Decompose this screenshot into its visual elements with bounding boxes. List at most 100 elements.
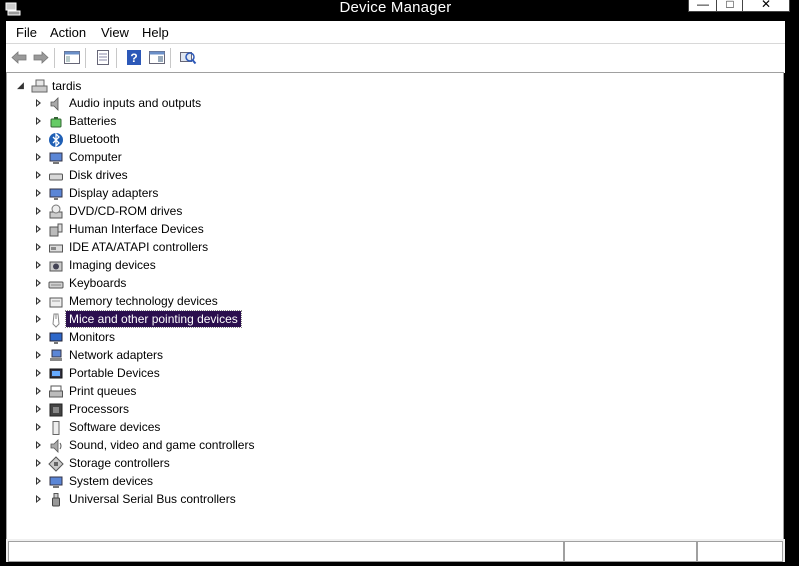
toolbar-separator [54,48,55,68]
menu-file[interactable]: File [16,25,37,40]
status-bar [6,539,785,562]
ide-controller-icon [49,244,63,253]
storage-controller-icon [48,456,64,472]
expand-arrow-icon[interactable] [36,459,41,467]
expand-arrow-icon[interactable] [36,153,41,161]
device-category-label: Keyboards [69,276,127,290]
device-category-label: Computer [69,150,122,164]
battery-icon [50,117,62,128]
device-tree[interactable]: ◢ tardis Audio inputs and outputs Batteri… [6,72,784,540]
device-category-label: Network adapters [69,348,164,362]
menu-bar: File Action View Help [6,21,785,43]
root-label: tardis [52,79,82,93]
expand-arrow-icon[interactable] [36,135,41,143]
system-device-icon [49,476,63,488]
expand-arrow-icon[interactable] [36,441,41,449]
window-title: Device Manager [339,0,452,16]
device-category-label: Human Interface Devices [69,222,204,236]
expand-arrow-icon[interactable] [36,387,41,395]
computer-icon [49,152,63,164]
toolbar-separator [170,48,171,68]
status-pane-2 [564,541,697,562]
title-bar[interactable]: Device Manager — □ ✕ [0,0,791,20]
expand-arrow-icon[interactable] [36,477,41,485]
status-pane-main [8,541,564,562]
toolbar-separator [85,48,86,68]
expand-arrow-icon[interactable] [36,423,41,431]
memory-device-icon [49,297,63,308]
maximize-button[interactable]: □ [716,0,744,12]
monitor-icon [49,332,63,344]
expand-arrow-icon[interactable] [36,351,41,359]
expand-arrow-icon[interactable] [36,369,41,377]
keyboard-icon [48,281,64,289]
sound-icon [50,439,62,453]
expand-arrow-icon[interactable] [36,189,41,197]
expand-arrow-icon[interactable] [36,405,41,413]
expand-arrow-icon[interactable] [36,207,41,215]
expand-arrow-icon[interactable] [36,315,41,323]
forward-icon[interactable] [32,49,50,66]
device-category-label: Display adapters [69,186,159,200]
processor-icon [49,403,63,417]
show-hide-console-tree-icon[interactable] [63,49,81,66]
device-category-label: Disk drives [69,168,128,182]
disk-drive-icon [49,173,63,181]
menu-action[interactable]: Action [50,25,86,40]
menu-view[interactable]: View [101,25,129,40]
expand-arrow-icon[interactable] [36,279,41,287]
display-adapter-icon [49,188,63,200]
minimize-button[interactable]: — [688,0,718,12]
device-category-label: Universal Serial Bus controllers [69,492,236,506]
device-category-label: DVD/CD-ROM drives [69,204,183,218]
toolbar-separator [116,48,117,68]
device-category-label: Print queues [69,384,137,398]
device-category-label: Mice and other pointing devices [65,310,242,328]
human-interface-icon [49,223,63,237]
network-adapter-icon [50,349,62,361]
portable-device-icon [49,368,63,379]
expand-arrow-icon[interactable] [36,99,41,107]
device-category-label: Batteries [69,114,117,128]
device-category-label: Audio inputs and outputs [69,96,202,110]
printer-icon [49,385,63,398]
device-category-label: Sound, video and game controllers [69,438,255,452]
device-category-label: Software devices [69,420,161,434]
menu-help[interactable]: Help [142,25,169,40]
expand-arrow-icon[interactable] [36,117,41,125]
device-category-label: Bluetooth [69,132,120,146]
close-button[interactable]: ✕ [742,0,790,12]
device-category-label: Processors [69,402,130,416]
expand-arrow-icon[interactable] [36,225,41,233]
device-category-label: Memory technology devices [69,294,218,308]
properties-icon[interactable] [94,49,112,66]
device-category-label: IDE ATA/ATAPI controllers [69,240,209,254]
imaging-device-icon [49,261,63,272]
expand-arrow-icon[interactable] [36,261,41,269]
usb-icon [52,493,60,507]
action-pane-icon[interactable] [148,49,166,66]
expand-arrow-icon[interactable] [36,495,41,503]
toolbar: ? [6,43,785,73]
device-category-label: Storage controllers [69,456,170,470]
back-icon[interactable] [10,49,28,66]
device-category-label: Monitors [69,330,116,344]
scan-hardware-icon[interactable] [179,49,197,66]
device-category-label: Imaging devices [69,258,156,272]
svg-text:?: ? [130,51,137,65]
expand-arrow-icon[interactable] [36,243,41,251]
device-category-label: System devices [69,474,154,488]
mouse-icon [52,313,60,328]
device-category-label: Portable Devices [69,366,160,380]
software-device-icon [52,421,60,435]
collapse-icon[interactable]: ◢ [17,80,24,91]
help-icon[interactable]: ? [125,49,143,66]
device-manager-window: Device Manager — □ ✕ File Action View He… [0,0,791,566]
expand-arrow-icon[interactable] [36,297,41,305]
status-pane-3 [697,541,783,562]
expand-arrow-icon[interactable] [36,171,41,179]
bluetooth-icon [49,132,63,148]
expand-arrow-icon[interactable] [36,333,41,341]
speaker-icon [50,97,59,111]
computer-root-icon [31,79,48,93]
